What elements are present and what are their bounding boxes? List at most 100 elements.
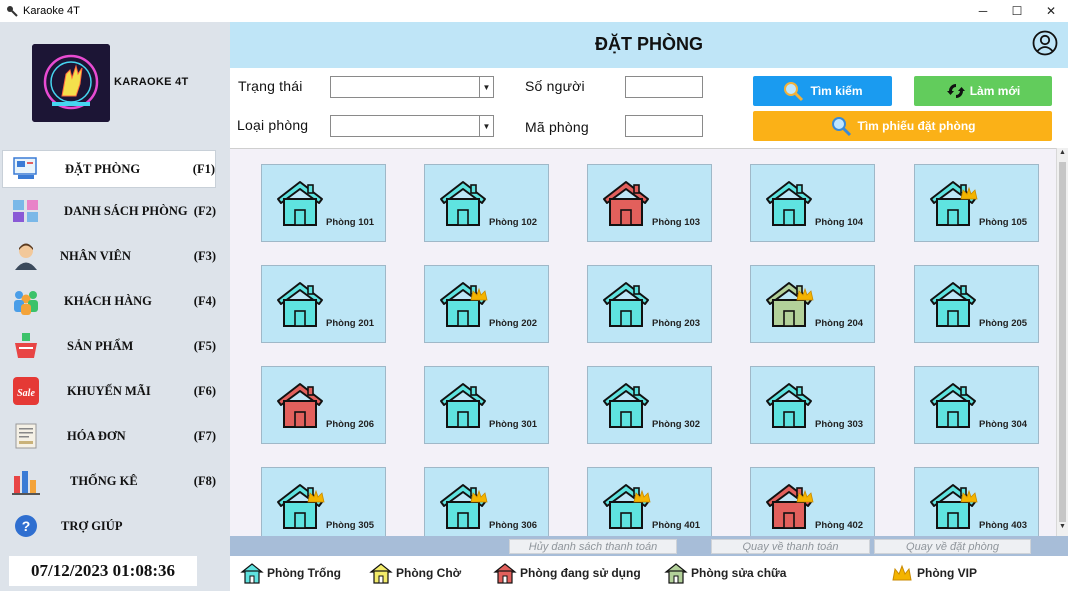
- room-tile[interactable]: Phòng 104: [750, 164, 875, 242]
- room-tile[interactable]: Phòng 303: [750, 366, 875, 444]
- sidebar-item-label: NHÂN VIÊN: [60, 248, 131, 263]
- house-icon: [277, 181, 323, 226]
- house-icon: [664, 563, 688, 584]
- room-label: Phòng 203: [652, 318, 701, 329]
- sidebar-item-thong-ke[interactable]: THỐNG KÊ (F8): [0, 462, 230, 500]
- sidebar-item-danh-sach-phong[interactable]: DANH SÁCH PHÒNG (F2): [0, 192, 230, 230]
- statistics-icon: [12, 471, 40, 495]
- scrollbar-thumb[interactable]: [1059, 162, 1066, 522]
- sale-icon: Sale: [13, 377, 39, 405]
- close-button[interactable]: ✕: [1034, 0, 1068, 22]
- sidebar-item-shortcut: (F1): [192, 161, 215, 176]
- sidebar-item-nhan-vien[interactable]: NHÂN VIÊN (F3): [0, 237, 230, 275]
- sidebar-item-label: THỐNG KÊ: [70, 473, 138, 488]
- legend-available: Phòng Trống: [240, 561, 341, 585]
- people-count-input[interactable]: [625, 76, 703, 98]
- legend-in-use: Phòng đang sử dụng: [493, 561, 641, 585]
- room-label: Phòng 302: [652, 419, 701, 430]
- room-label: Phòng 301: [489, 419, 538, 430]
- room-tile[interactable]: Phòng 306: [424, 467, 549, 536]
- house-icon: [930, 383, 976, 428]
- legend-label: Phòng đang sử dụng: [520, 566, 641, 580]
- sidebar-item-label: KHUYẾN MÃI: [67, 383, 151, 398]
- room-tile[interactable]: Phòng 105: [914, 164, 1039, 242]
- house-icon: [766, 484, 814, 529]
- house-icon: [440, 484, 488, 529]
- sidebar-item-tro-giup[interactable]: ? TRỢ GIÚP: [0, 507, 230, 545]
- sidebar-item-label: ĐẶT PHÒNG: [65, 161, 141, 176]
- back-to-booking-button[interactable]: Quay về đặt phòng: [874, 539, 1031, 554]
- sidebar-item-shortcut: (F2): [193, 203, 216, 218]
- search-button[interactable]: Tìm kiếm: [753, 76, 892, 106]
- room-code-label: Mã phòng: [525, 119, 589, 135]
- status-select[interactable]: ▼: [330, 76, 494, 98]
- room-tile[interactable]: Phòng 403: [914, 467, 1039, 536]
- house-icon: [440, 383, 486, 428]
- magnifier-icon: [784, 82, 804, 102]
- sidebar-item-hoa-don[interactable]: HÓA ĐƠN (F7): [0, 417, 230, 455]
- house-icon: [930, 181, 978, 226]
- room-code-input[interactable]: [625, 115, 703, 137]
- sidebar-item-shortcut: (F3): [193, 248, 216, 263]
- minimize-button[interactable]: ─: [966, 0, 1000, 22]
- sidebar-item-label: SẢN PHẨM: [67, 338, 134, 353]
- room-tile[interactable]: Phòng 202: [424, 265, 549, 343]
- find-booking-button[interactable]: Tìm phiếu đặt phòng: [753, 111, 1052, 141]
- scroll-down-icon[interactable]: ▼: [1057, 523, 1068, 535]
- sidebar-item-dat-phong[interactable]: ĐẶT PHÒNG (F1): [2, 150, 216, 188]
- sidebar-item-label: KHÁCH HÀNG: [64, 293, 152, 308]
- room-tile[interactable]: Phòng 206: [261, 366, 386, 444]
- sidebar-item-san-pham[interactable]: SẢN PHẨM (F5): [0, 327, 230, 365]
- house-icon: [603, 484, 651, 529]
- chevron-down-icon[interactable]: ▼: [479, 116, 493, 136]
- room-tile[interactable]: Phòng 205: [914, 265, 1039, 343]
- customers-icon: [14, 291, 38, 315]
- room-tile[interactable]: Phòng 301: [424, 366, 549, 444]
- house-icon: [277, 484, 325, 529]
- room-tile[interactable]: Phòng 302: [587, 366, 712, 444]
- cancel-payment-list-button[interactable]: Hủy danh sách thanh toán: [509, 539, 677, 554]
- sidebar-item-khuyen-mai[interactable]: Sale KHUYẾN MÃI (F6): [0, 372, 230, 410]
- brand-name: KARAOKE 4T: [114, 76, 189, 88]
- legend-repair: Phòng sửa chữa: [664, 561, 786, 585]
- refresh-button[interactable]: Làm mới: [914, 76, 1052, 106]
- product-basket-icon: [15, 333, 37, 358]
- clock-display: 07/12/2023 01:08:36: [9, 556, 197, 586]
- room-label: Phòng 303: [815, 419, 864, 430]
- room-tile[interactable]: Phòng 304: [914, 366, 1039, 444]
- help-icon: ?: [15, 515, 37, 537]
- sidebar-item-label: TRỢ GIÚP: [61, 518, 123, 533]
- karaoke-logo: [32, 44, 110, 122]
- room-tile[interactable]: Phòng 204: [750, 265, 875, 343]
- room-grid: Phòng 101 Phòng 102 Phòng 103 Phòng 104 Phòn…: [230, 148, 1056, 536]
- sidebar-item-khach-hang[interactable]: KHÁCH HÀNG (F4): [0, 282, 230, 320]
- user-account-icon[interactable]: [1032, 30, 1058, 56]
- room-label: Phòng 401: [652, 520, 701, 531]
- room-tile[interactable]: Phòng 305: [261, 467, 386, 536]
- house-icon: [603, 181, 649, 226]
- chevron-down-icon[interactable]: ▼: [479, 77, 493, 97]
- room-label: Phòng 202: [489, 318, 538, 329]
- house-icon: [277, 383, 323, 428]
- search-button-label: Tìm kiếm: [810, 84, 863, 98]
- room-tile[interactable]: Phòng 401: [587, 467, 712, 536]
- room-tile[interactable]: Phòng 102: [424, 164, 549, 242]
- room-tile[interactable]: Phòng 103: [587, 164, 712, 242]
- room-tile[interactable]: Phòng 101: [261, 164, 386, 242]
- action-bar: Hủy danh sách thanh toán Quay về thanh t…: [230, 536, 1068, 556]
- house-icon: [369, 563, 393, 584]
- room-tile[interactable]: Phòng 203: [587, 265, 712, 343]
- scroll-up-icon[interactable]: ▲: [1057, 149, 1068, 161]
- page-title: ĐẶT PHÒNG: [595, 34, 703, 54]
- back-to-payment-button[interactable]: Quay về thanh toán: [711, 539, 870, 554]
- legend-label: Phòng Chờ: [396, 566, 462, 580]
- vertical-scrollbar[interactable]: ▲ ▼: [1056, 148, 1068, 536]
- room-type-select[interactable]: ▼: [330, 115, 494, 137]
- status-legend: Phòng Trống Phòng Chờ Phòng đang sử dụng…: [230, 556, 1068, 591]
- room-tile[interactable]: Phòng 201: [261, 265, 386, 343]
- filter-panel: Trạng thái ▼ Loại phòng ▼ Số người Mã ph…: [230, 68, 1068, 148]
- maximize-button[interactable]: ☐: [1000, 0, 1034, 22]
- find-booking-button-label: Tìm phiếu đặt phòng: [857, 119, 976, 133]
- legend-label: Phòng sửa chữa: [691, 566, 787, 580]
- room-tile[interactable]: Phòng 402: [750, 467, 875, 536]
